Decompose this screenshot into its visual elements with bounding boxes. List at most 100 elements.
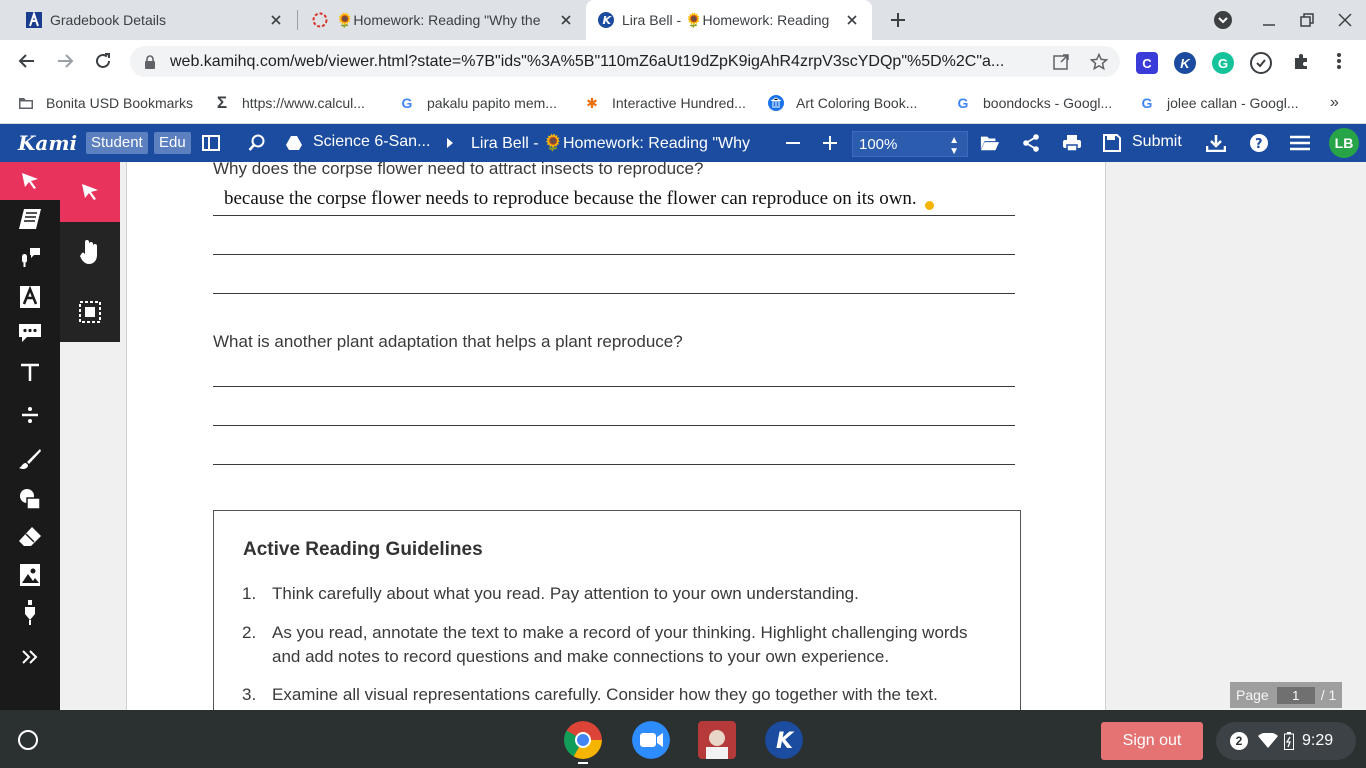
guideline-text: As you read, annotate the text to make a… <box>272 623 968 666</box>
text-markup-tool[interactable] <box>0 278 60 316</box>
search-button[interactable] <box>247 133 267 153</box>
restore-icon <box>1300 13 1314 27</box>
help-circle-icon: ? <box>1250 134 1268 152</box>
pointer-select-option[interactable] <box>60 162 120 222</box>
zoom-out-button[interactable] <box>783 133 803 153</box>
bookmark-art-coloring[interactable]: Art Coloring Book... <box>768 92 917 114</box>
sign-out-button[interactable]: Sign out <box>1101 722 1203 760</box>
document-page[interactable]: Why does the corpse flower need to attra… <box>126 162 1106 710</box>
bookmark-bonita[interactable]: Bonita USD Bookmarks <box>18 92 193 114</box>
close-tab-icon[interactable] <box>558 12 574 28</box>
drawing-tool[interactable] <box>0 440 60 478</box>
extension-grammarly-icon[interactable]: G <box>1212 52 1234 74</box>
browser-menu-button[interactable] <box>1324 46 1354 76</box>
answer-line <box>213 386 1015 387</box>
clock-time: 9:29 <box>1302 732 1334 749</box>
extension-kami-icon[interactable]: K <box>1174 52 1196 74</box>
close-window-button[interactable] <box>1326 4 1364 36</box>
browser-tab-strip: Gradebook Details 🌻Homework: Reading "Wh… <box>0 0 1366 40</box>
paintbrush-icon <box>19 449 41 469</box>
extension-shield-icon[interactable] <box>1250 52 1272 74</box>
add-image-tool[interactable] <box>0 556 60 594</box>
expand-tools-button[interactable] <box>0 638 60 676</box>
answer-line <box>213 254 1015 255</box>
zoom-select[interactable]: 100% ▲ ▼ <box>852 131 968 157</box>
bookmark-jolee[interactable]: G jolee callan - Googl... <box>1139 92 1299 114</box>
chrome-app-icon[interactable] <box>564 721 602 759</box>
star-bookmark-icon[interactable] <box>1090 53 1108 71</box>
extension-c-icon[interactable]: C <box>1136 52 1158 74</box>
pan-hand-option[interactable] <box>60 222 120 282</box>
eraser-tool[interactable] <box>0 517 60 555</box>
minimize-button[interactable] <box>1250 4 1288 36</box>
extensions-button[interactable] <box>1286 46 1316 76</box>
bookmark-label: pakalu papito mem... <box>427 95 557 111</box>
annotation-handle-dot[interactable] <box>925 201 934 210</box>
minimize-icon <box>1263 24 1275 26</box>
close-tab-icon[interactable] <box>268 12 284 28</box>
active-reading-guidelines-box: Active Reading Guidelines 1. Think caref… <box>213 510 1021 710</box>
open-in-new-icon[interactable] <box>1052 53 1070 71</box>
kami-app-icon[interactable]: K <box>765 721 803 759</box>
bookmark-calculator[interactable]: Σ https://www.calcul... <box>214 92 365 114</box>
new-tab-button[interactable] <box>884 6 912 34</box>
minus-icon <box>786 142 800 144</box>
help-button[interactable]: ? <box>1249 133 1269 153</box>
open-file-button[interactable] <box>980 133 1000 153</box>
edu-badge: Edu <box>154 132 191 154</box>
download-button[interactable] <box>1206 133 1226 153</box>
lock-icon <box>145 54 155 69</box>
tab-kami-active[interactable]: K Lira Bell - 🌻Homework: Reading <box>586 0 872 40</box>
zoom-in-button[interactable] <box>820 133 840 153</box>
answer-text-annotation[interactable]: because the corpse flower needs to repro… <box>224 188 917 210</box>
answer-line <box>213 215 1015 216</box>
reload-button[interactable] <box>88 46 118 76</box>
zoom-app-icon[interactable] <box>632 721 670 759</box>
area-select-option[interactable] <box>60 282 120 342</box>
shapes-tool[interactable] <box>0 480 60 518</box>
forward-button[interactable] <box>50 46 80 76</box>
guideline-number: 3. <box>242 685 257 704</box>
submit-button[interactable]: Submit <box>1132 133 1182 151</box>
tab-gradebook[interactable]: Gradebook Details <box>14 0 296 40</box>
puzzle-piece-icon <box>1295 54 1307 69</box>
bookmark-interactive-hundred[interactable]: ✱ Interactive Hundred... <box>584 92 746 114</box>
page-number-input[interactable]: 1 <box>1276 686 1315 704</box>
comment-tool[interactable] <box>0 314 60 352</box>
voice-comment-tool[interactable] <box>0 238 60 276</box>
gradebook-favicon-icon <box>26 12 42 28</box>
main-menu-button[interactable] <box>1290 133 1310 153</box>
address-bar[interactable]: web.kamihq.com/web/viewer.html?state=%7B… <box>130 46 1120 77</box>
text-box-tool[interactable] <box>0 353 60 391</box>
select-tool[interactable] <box>0 162 60 200</box>
more-bookmarks-icon[interactable]: » <box>1330 92 1339 114</box>
browser-toolbar: web.kamihq.com/web/viewer.html?state=%7B… <box>0 40 1366 83</box>
user-avatar[interactable]: LB <box>1329 128 1359 158</box>
bookmark-pakalu[interactable]: G pakalu papito mem... <box>399 92 557 114</box>
loading-spinner-icon <box>312 12 328 28</box>
markup-tool[interactable] <box>0 200 60 238</box>
back-button[interactable] <box>12 46 42 76</box>
photo-app-icon[interactable] <box>698 721 736 759</box>
share-button[interactable] <box>1021 133 1041 153</box>
bookmark-boondocks[interactable]: G boondocks - Googl... <box>955 92 1113 114</box>
folder-icon <box>19 98 33 109</box>
close-tab-icon[interactable] <box>844 12 860 28</box>
question-2: What is another plant adaptation that he… <box>213 332 683 351</box>
breadcrumb-folder[interactable]: Science 6-San... <box>313 133 430 151</box>
plus-icon <box>891 13 905 27</box>
signature-tool[interactable] <box>0 594 60 632</box>
print-button[interactable] <box>1062 133 1082 153</box>
equation-tool[interactable] <box>0 396 60 434</box>
save-icon[interactable] <box>1102 133 1122 153</box>
stepper-arrows-icon: ▲ ▼ <box>949 135 959 157</box>
plus-icon <box>823 136 837 150</box>
svg-text:K: K <box>603 14 613 27</box>
launcher-circle-icon[interactable] <box>18 730 38 750</box>
status-tray[interactable]: 2 9:29 <box>1216 722 1356 760</box>
breadcrumb-file[interactable]: Lira Bell - 🌻Homework: Reading "Why <box>471 133 750 153</box>
sidebar-toggle-button[interactable] <box>201 133 221 153</box>
tab-homework[interactable]: 🌻Homework: Reading "Why the <box>300 0 586 40</box>
restore-button[interactable] <box>1288 4 1326 36</box>
tab-search-button[interactable] <box>1204 4 1242 36</box>
